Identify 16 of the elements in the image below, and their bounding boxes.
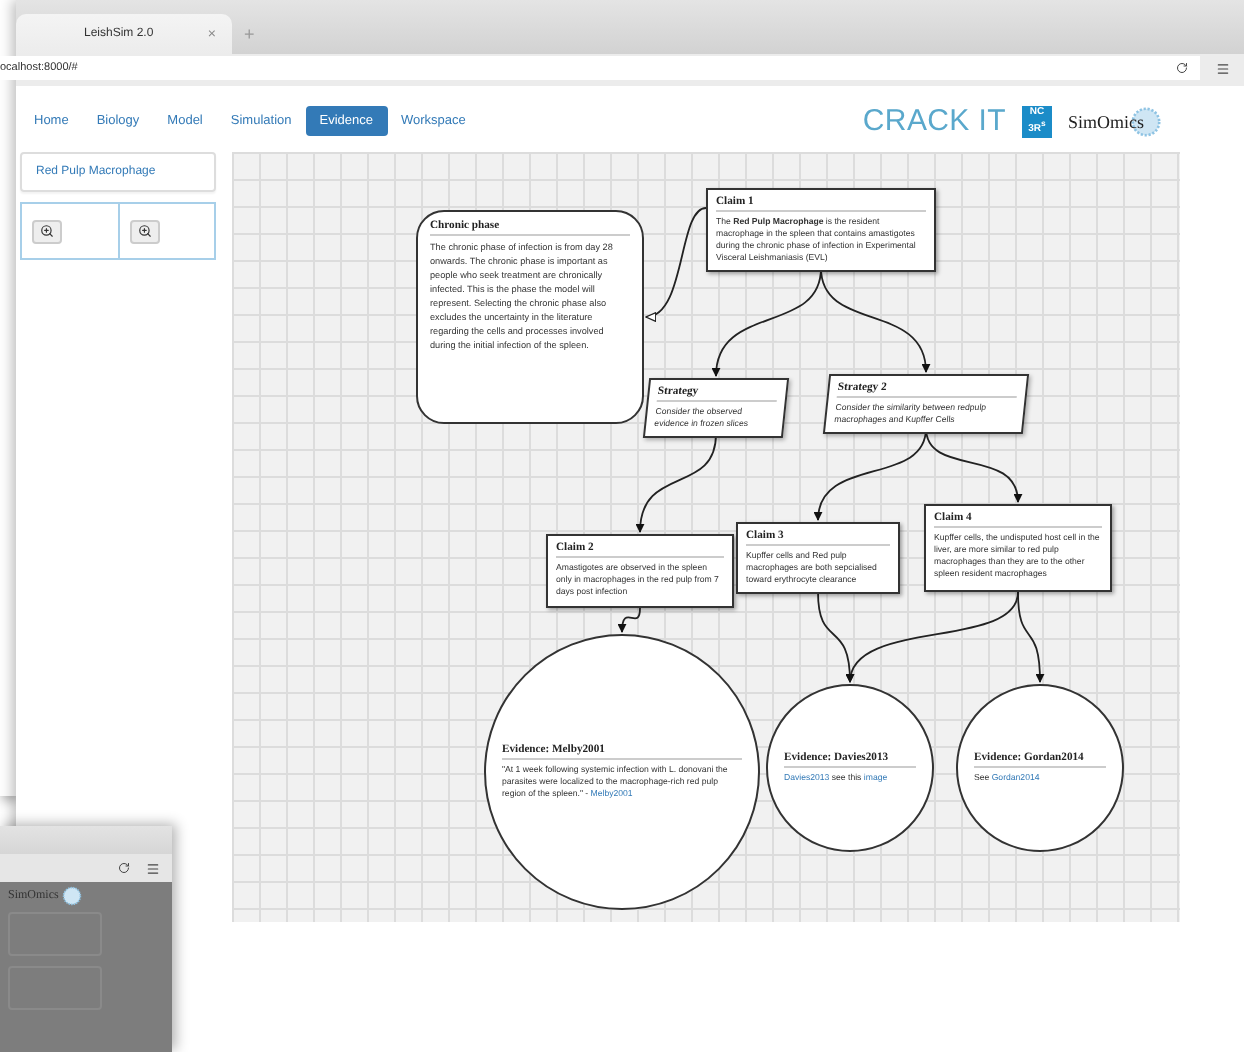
simomics-logo: SimOmics xyxy=(1067,111,1164,131)
support-arrow xyxy=(636,433,717,533)
sunburst-icon xyxy=(58,882,87,910)
menu-icon[interactable] xyxy=(1216,61,1230,75)
reload-icon[interactable] xyxy=(118,862,130,874)
context-node[interactable] xyxy=(416,210,644,424)
zoom-in-button[interactable] xyxy=(130,219,160,243)
support-arrow xyxy=(617,607,641,633)
zoom-in-button[interactable] xyxy=(32,219,62,243)
reload-icon[interactable] xyxy=(1176,62,1188,74)
context-arrow xyxy=(645,207,707,320)
zoom-in-icon xyxy=(40,224,54,238)
crack-it-logo: CRACK IT xyxy=(862,104,1006,138)
zoom-in-icon xyxy=(138,224,152,238)
support-arrow xyxy=(820,267,930,373)
menu-icon[interactable] xyxy=(146,861,160,875)
